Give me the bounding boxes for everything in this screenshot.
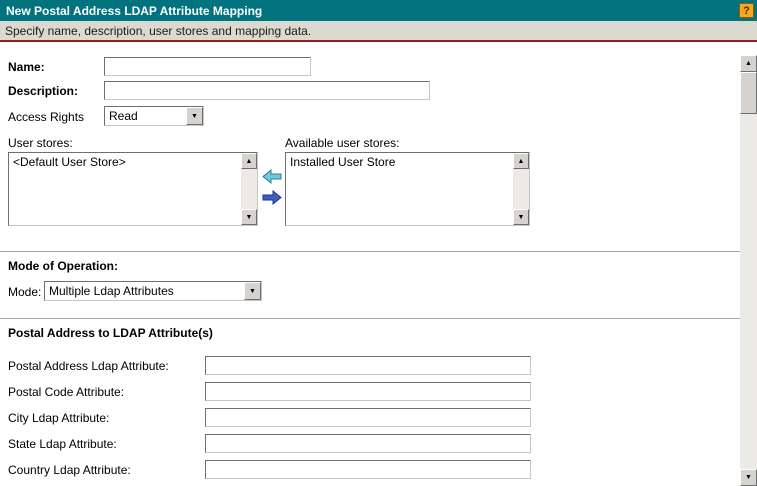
subtitle-text: Specify name, description, user stores a… <box>5 23 312 38</box>
available-user-stores-scrollbar[interactable]: ▲ ▼ <box>513 153 529 225</box>
scroll-down-icon: ▼ <box>517 213 525 221</box>
move-left-button[interactable] <box>262 168 282 185</box>
postal-code-attribute-input[interactable] <box>205 382 531 401</box>
help-icon: ? <box>743 4 750 17</box>
scroll-up-icon: ▲ <box>745 60 752 67</box>
mapping-section-heading: Postal Address to LDAP Attribute(s) <box>8 326 213 340</box>
access-rights-select[interactable]: Read ▼ <box>104 106 204 126</box>
mode-label: Mode: <box>8 285 42 299</box>
scrollbar-thumb[interactable] <box>740 72 757 114</box>
scroll-down-button[interactable]: ▼ <box>740 469 757 486</box>
scroll-up-button[interactable]: ▲ <box>513 153 529 169</box>
right-arrow-icon <box>262 189 282 206</box>
scroll-down-button[interactable]: ▼ <box>513 209 529 225</box>
available-user-stores-label: Available user stores: <box>285 136 400 150</box>
list-item[interactable]: Installed User Store <box>286 153 529 171</box>
postal-address-attribute-label: Postal Address Ldap Attribute: <box>8 359 169 373</box>
scroll-up-icon: ▲ <box>517 157 525 165</box>
dialog: New Postal Address LDAP Attribute Mappin… <box>0 0 757 486</box>
page-scrollbar[interactable]: ▲ ▼ <box>740 55 757 486</box>
subtitle-bar: Specify name, description, user stores a… <box>0 21 757 42</box>
mode-select[interactable]: Multiple Ldap Attributes ▼ <box>44 281 262 301</box>
move-right-button[interactable] <box>262 189 282 206</box>
postal-address-attribute-input[interactable] <box>205 356 531 375</box>
list-item[interactable]: <Default User Store> <box>9 153 257 171</box>
state-attribute-input[interactable] <box>205 434 531 453</box>
name-input[interactable] <box>104 57 311 76</box>
country-attribute-label: Country Ldap Attribute: <box>8 463 131 477</box>
mode-value: Multiple Ldap Attributes <box>49 284 174 298</box>
page-title: New Postal Address LDAP Attribute Mappin… <box>6 3 263 18</box>
scroll-down-button[interactable]: ▼ <box>241 209 257 225</box>
scroll-up-button[interactable]: ▲ <box>241 153 257 169</box>
divider <box>0 318 740 319</box>
help-button[interactable]: ? <box>739 3 754 18</box>
access-rights-label: Access Rights <box>8 110 85 124</box>
chevron-down-icon: ▼ <box>249 287 256 295</box>
description-input[interactable] <box>104 81 430 100</box>
access-rights-value: Read <box>109 109 138 123</box>
title-bar: New Postal Address LDAP Attribute Mappin… <box>0 0 757 21</box>
user-stores-listbox[interactable]: <Default User Store> ▲ ▼ <box>8 152 258 226</box>
postal-code-attribute-label: Postal Code Attribute: <box>8 385 125 399</box>
name-label: Name: <box>8 60 45 74</box>
user-stores-scrollbar[interactable]: ▲ ▼ <box>241 153 257 225</box>
state-attribute-label: State Ldap Attribute: <box>8 437 117 451</box>
available-user-stores-listbox[interactable]: Installed User Store ▲ ▼ <box>285 152 530 226</box>
scroll-down-icon: ▼ <box>245 213 253 221</box>
mode-dropdown-button[interactable]: ▼ <box>244 282 261 300</box>
description-label: Description: <box>8 84 79 98</box>
divider <box>0 251 740 252</box>
user-stores-label: User stores: <box>8 136 73 150</box>
access-rights-dropdown-button[interactable]: ▼ <box>186 107 203 125</box>
country-attribute-input[interactable] <box>205 460 531 479</box>
scroll-down-icon: ▼ <box>745 474 752 481</box>
city-attribute-label: City Ldap Attribute: <box>8 411 110 425</box>
left-arrow-icon <box>262 168 282 185</box>
scroll-up-icon: ▲ <box>245 157 253 165</box>
city-attribute-input[interactable] <box>205 408 531 427</box>
mode-section-heading: Mode of Operation: <box>8 259 118 273</box>
scroll-up-button[interactable]: ▲ <box>740 55 757 72</box>
chevron-down-icon: ▼ <box>191 112 198 120</box>
